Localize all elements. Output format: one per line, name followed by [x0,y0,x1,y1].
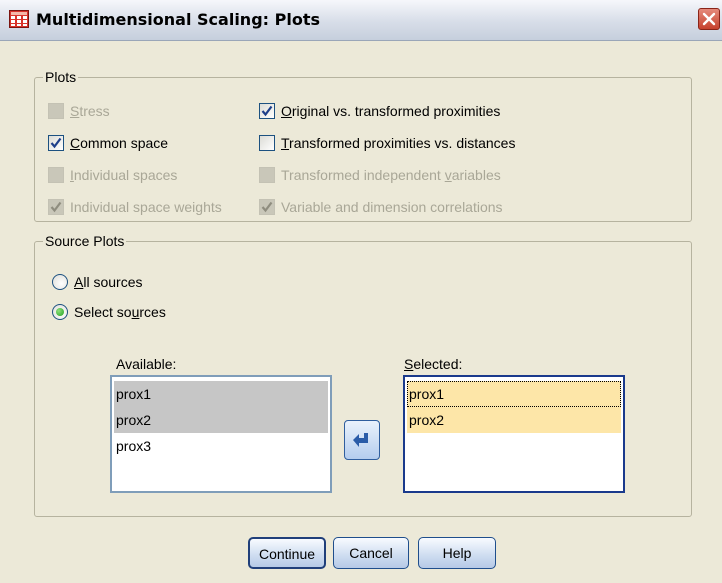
radio-circle [52,304,68,320]
checkbox-box [259,103,275,119]
selected-listbox[interactable]: prox1 prox2 [403,375,625,493]
checkbox-box [259,167,275,183]
check-icon [50,137,62,149]
radio-dot [56,308,64,316]
list-item[interactable]: prox3 [114,433,328,459]
list-item[interactable]: prox1 [407,381,621,407]
option-label: Transformed independent variables [281,167,501,183]
source-plots-legend: Source Plots [43,233,127,249]
select-sources-radio[interactable]: Select sources [52,303,212,323]
list-item[interactable]: prox1 [114,381,328,407]
transformed-vs-distances-checkbox[interactable]: Transformed proximities vs. distances [259,134,579,154]
option-label: Common space [70,135,169,151]
help-button[interactable]: Help [418,537,496,569]
check-icon [261,105,273,117]
checkbox-box [48,103,64,119]
option-label: Transformed proximities vs. distances [281,135,516,151]
checkbox-box [48,167,64,183]
individual-spaces-checkbox[interactable]: Individual spaces [48,166,228,186]
transformed-independent-variables-checkbox[interactable]: Transformed independent variables [259,166,559,186]
title-bar[interactable]: Multidimensional Scaling: Plots [0,0,722,41]
option-label: Individual space weights [70,199,222,215]
move-left-button[interactable] [344,420,380,460]
option-label: Individual spaces [70,167,178,183]
close-icon [702,12,716,26]
all-sources-radio[interactable]: All sources [52,273,202,293]
checkbox-box [259,199,275,215]
variable-dimension-correlations-checkbox[interactable]: Variable and dimension correlations [259,198,559,218]
option-label: Original vs. transformed proximities [281,103,501,119]
checkbox-box [48,199,64,215]
stress-checkbox[interactable]: Stress [48,102,228,122]
check-icon [50,201,62,213]
option-label: Select sources [74,304,166,320]
list-item[interactable]: prox2 [407,407,621,433]
close-button[interactable] [698,8,720,30]
dialog-window: Multidimensional Scaling: Plots Plots St… [0,0,722,583]
individual-space-weights-checkbox[interactable]: Individual space weights [48,198,248,218]
radio-circle [52,274,68,290]
continue-button[interactable]: Continue [248,537,326,569]
checkbox-box [259,135,275,151]
available-listbox[interactable]: prox1 prox2 prox3 [110,375,332,493]
selected-label: Selected: [404,356,463,372]
common-space-checkbox[interactable]: Common space [48,134,228,154]
check-icon [261,201,273,213]
available-label: Available: [116,356,177,372]
arrow-left-icon [353,433,368,447]
option-label: All sources [74,274,143,290]
checkbox-box [48,135,64,151]
plots-legend: Plots [43,69,79,85]
cancel-button[interactable]: Cancel [333,537,409,569]
option-label: Stress [70,103,110,119]
window-title: Multidimensional Scaling: Plots [36,10,320,29]
option-label: Variable and dimension correlations [281,199,503,215]
grid-icon [9,10,29,28]
original-vs-transformed-checkbox[interactable]: Original vs. transformed proximities [259,102,559,122]
list-item[interactable]: prox2 [114,407,328,433]
